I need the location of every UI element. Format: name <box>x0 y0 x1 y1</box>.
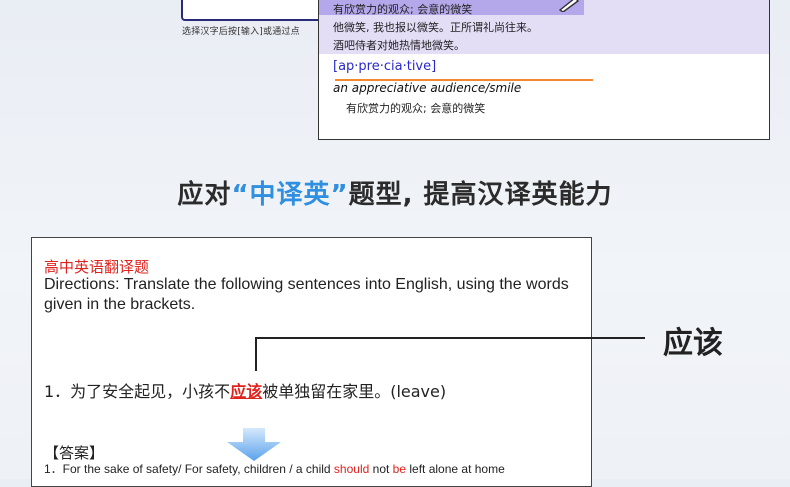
dict-top-line: 有欣赏力的观众; 会意的微笑 <box>333 3 473 16</box>
down-arrow-icon <box>227 428 281 461</box>
answer-1: 1．For the sake of safety/ For safety, ch… <box>44 460 505 477</box>
section-heading: 应对“中译英”题型, 提高汉译英能力 <box>0 174 790 211</box>
a1-should: should <box>333 462 370 476</box>
question-directions: Directions: Translate the following sent… <box>44 276 569 313</box>
dict-example-cn-1: 他微笑, 我也报以微笑。正所谓礼尚往来。 <box>333 21 538 34</box>
device-fragment: 选择汉字后按[输入]或通过点 <box>177 0 323 40</box>
a1-be: be <box>392 462 407 476</box>
callout-line-vertical <box>255 337 257 371</box>
dictionary-panel: 有欣赏力的观众; 会意的微笑 他微笑, 我也报以微笑。正所谓礼尚往来。 酒吧侍者… <box>318 0 770 140</box>
callout-word: 应该 <box>663 326 723 361</box>
device-screen-edge <box>181 0 323 21</box>
dict-phrase: appreciative audience/smile <box>351 81 522 95</box>
dict-example-cn-2: 酒吧侍者对她热情地微笑。 <box>333 39 465 52</box>
a1-not: not <box>372 462 390 476</box>
question-1: 1．为了安全起见，小孩不应该被单独留在家里。(leave) <box>44 378 446 402</box>
pen-icon <box>558 0 580 12</box>
dict-example-en-cn: 有欣赏力的观众; 会意的微笑 <box>346 102 486 115</box>
q1-suffix: 被单独留在家里。(leave) <box>262 382 447 401</box>
a1-rest: left alone at home <box>409 462 505 476</box>
a1-part1: 1．For the sake of safety/ For safety, ch… <box>44 462 331 476</box>
heading-part-1: 应对 <box>177 180 232 210</box>
heading-part-3: 题型, 提高汉译英能力 <box>348 180 613 210</box>
dict-article: an <box>333 81 348 95</box>
callout-line-horizontal <box>255 337 645 339</box>
heading-highlight: “中译英” <box>231 180 349 210</box>
device-hint-text: 选择汉字后按[输入]或通过点 <box>182 27 300 37</box>
dict-pronunciation: [ap·pre·cia·tive] <box>333 59 437 74</box>
q1-keyword: 应该 <box>230 382 263 401</box>
question-box: 高中英语翻译题 Directions: Translate the follow… <box>31 237 592 487</box>
q1-prefix: 1．为了安全起见，小孩不 <box>44 382 231 401</box>
dict-example-en: an appreciative audience/smile <box>333 81 521 95</box>
question-title: 高中英语翻译题 <box>44 258 150 276</box>
